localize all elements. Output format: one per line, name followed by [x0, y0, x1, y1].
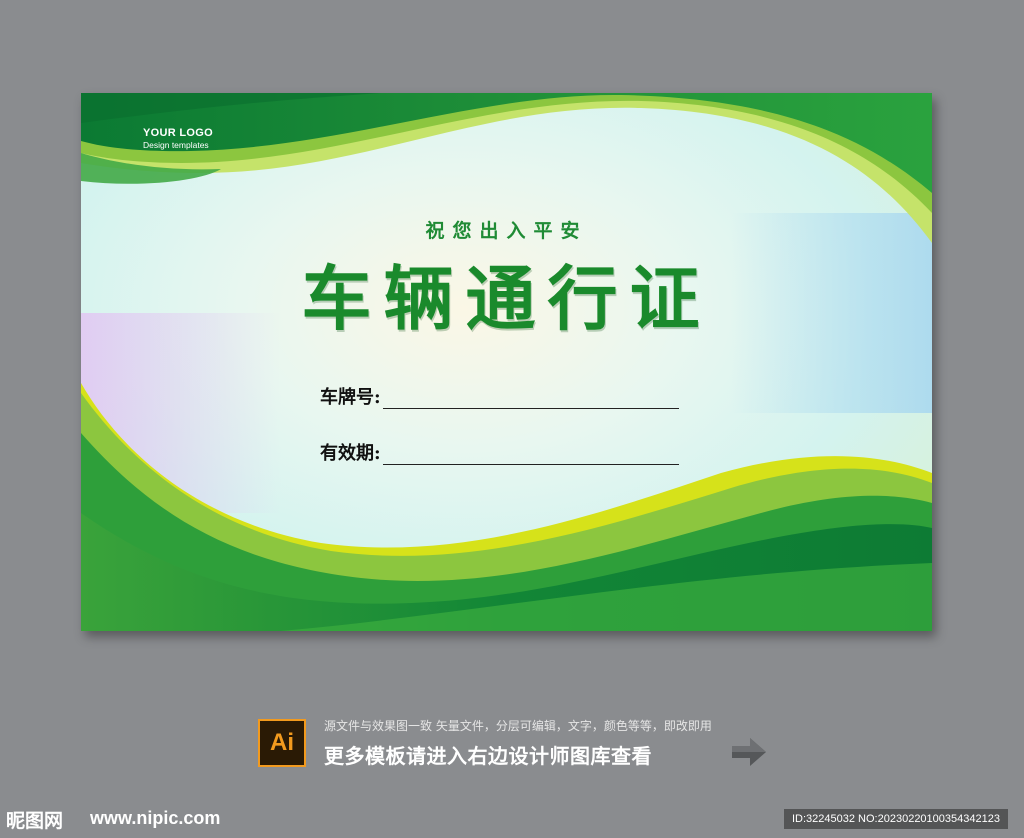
site-url[interactable]: www.nipic.com — [90, 808, 220, 829]
card-background — [81, 93, 932, 631]
card-title: 车辆通行证 — [301, 257, 712, 340]
site-logo: 昵图网 — [6, 810, 64, 832]
validity-blank-line — [382, 444, 679, 465]
license-plate-blank-line — [382, 388, 679, 409]
more-templates-text: 更多模板请进入右边设计师图库查看 — [324, 744, 652, 768]
card-subtitle: 祝您出入平安 — [425, 220, 588, 242]
validity-field: 有效期: — [320, 437, 679, 465]
validity-label: 有效期: — [320, 443, 381, 464]
license-plate-label: 车牌号: — [320, 387, 381, 408]
logo-title: YOUR LOGO — [143, 127, 213, 139]
logo-subtitle: Design templates — [143, 140, 209, 150]
file-description: 源文件与效果图一致 矢量文件，分层可编辑，文字，颜色等等，即改即用 — [324, 719, 712, 733]
license-plate-field: 车牌号: — [320, 381, 679, 409]
arrow-right-icon[interactable] — [730, 736, 768, 768]
image-id-badge: ID:32245032 NO:20230220100354342123 — [784, 809, 1008, 829]
pass-card: YOUR LOGO Design templates 祝您出入平安 车辆通行证 … — [81, 93, 932, 631]
illustrator-icon: Ai — [258, 719, 306, 767]
